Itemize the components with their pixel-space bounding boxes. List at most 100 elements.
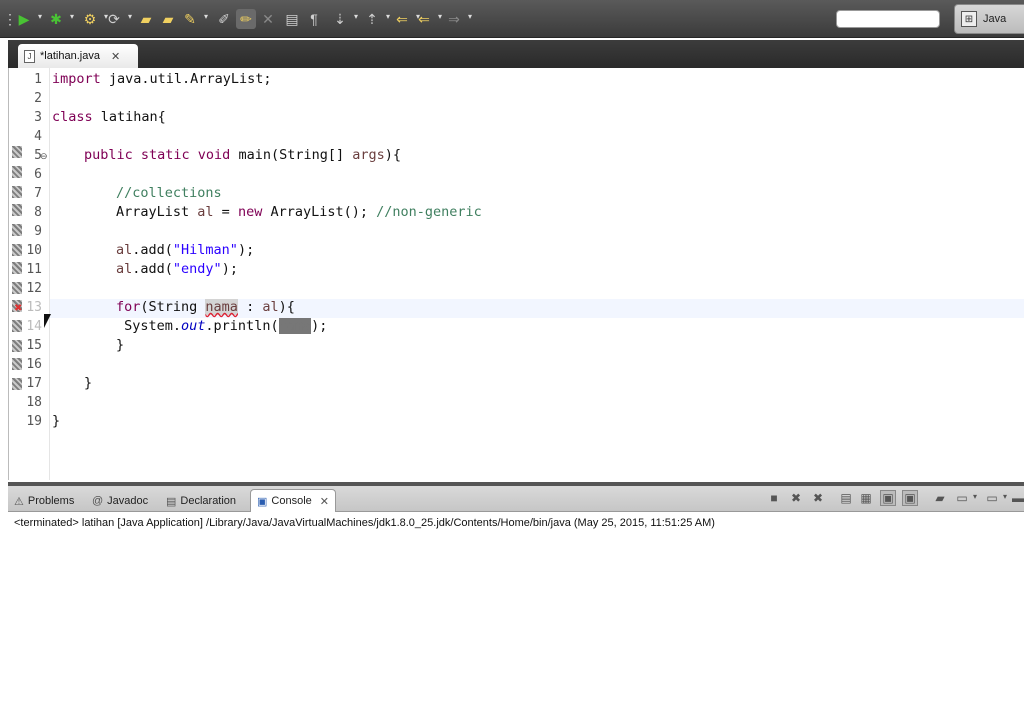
show-whitespace-icon[interactable]: ▤: [282, 9, 302, 29]
keyword: public static void: [84, 147, 231, 163]
pin-console-icon[interactable]: ▰: [932, 490, 948, 506]
javadoc-icon: @: [92, 495, 104, 507]
main-toolbar: ⋮ ▶ ✱ ⚙ ⟳ ▰ ▰ ✎ ✐ ✏ ✕ ▤ ¶ ⇣ ⇡ ⇐ ⇐ ⇒ ⊞ Ja…: [0, 0, 1024, 38]
mouse-cursor-icon: [44, 314, 55, 328]
line-number: 18: [26, 395, 42, 410]
code-text: );: [237, 242, 255, 258]
open-folder-icon[interactable]: ▰: [136, 9, 156, 29]
new-java-project-icon[interactable]: ⚙: [80, 9, 108, 29]
forward-icon[interactable]: ⇒: [444, 9, 472, 29]
debug-icon[interactable]: ✱: [46, 9, 74, 29]
block-selection-icon[interactable]: ✕: [258, 9, 278, 29]
line-number: 5: [34, 148, 42, 163]
tab-console[interactable]: ▣ Console ✕: [250, 489, 336, 512]
occurrence-marker: [12, 244, 22, 256]
code-line-17[interactable]: }: [84, 375, 92, 391]
last-edit-icon[interactable]: ⇐: [414, 9, 442, 29]
scroll-lock-icon[interactable]: ▦: [858, 490, 874, 506]
clear-console-icon[interactable]: ▤: [838, 490, 854, 506]
back-icon[interactable]: ⇐: [392, 9, 420, 29]
line-number: 3: [34, 110, 42, 125]
occurrence-marker: [12, 378, 22, 390]
selected-variable: nama: [278, 318, 312, 334]
perspective-switcher[interactable]: ⊞ Java: [954, 4, 1024, 34]
line-number: 16: [26, 357, 42, 372]
paragraph-icon[interactable]: ¶: [304, 9, 324, 29]
highlight-icon[interactable]: ✏: [236, 9, 256, 29]
remove-all-terminated-icon[interactable]: ✖: [810, 490, 826, 506]
code-line-19[interactable]: }: [52, 413, 60, 429]
save-icon[interactable]: ▰: [158, 9, 178, 29]
display-console-icon[interactable]: ▭: [954, 490, 977, 506]
editor-tab-title: *latihan.java: [40, 50, 100, 62]
code-line-10[interactable]: al.add("Hilman");: [116, 242, 254, 258]
line-number: 6: [34, 167, 42, 182]
next-annotation-icon[interactable]: ⇣: [330, 9, 358, 29]
code-text: =: [213, 204, 238, 220]
fold-collapse-icon[interactable]: ⊖: [40, 151, 48, 162]
variable-name: al: [197, 204, 214, 220]
quick-access-input[interactable]: [836, 10, 940, 28]
type-name: ArrayList: [116, 204, 198, 220]
variable-name: al: [116, 242, 133, 258]
terminate-icon[interactable]: ■: [766, 490, 782, 506]
code-text: java.util.ArrayList;: [100, 71, 272, 87]
code-line-5[interactable]: public static void main(String[] args){: [84, 147, 401, 163]
field-name: out: [181, 318, 206, 334]
code-text: );: [221, 261, 238, 277]
code-line-11[interactable]: al.add("endy");: [116, 261, 238, 277]
console-output[interactable]: [8, 512, 1024, 716]
tab-problems-label: Problems: [27, 495, 75, 507]
code-line-3[interactable]: class latihan{: [52, 109, 166, 125]
code-text: :: [237, 299, 263, 315]
keyword: class: [52, 109, 93, 125]
code-text: ){: [384, 147, 402, 163]
code-line-7[interactable]: //collections: [116, 185, 222, 201]
code-line-14[interactable]: System.out.println(nama);: [116, 318, 327, 334]
search-icon[interactable]: ✎: [180, 9, 208, 29]
perspective-java-label[interactable]: Java: [983, 13, 1006, 25]
code-text: main(String[]: [230, 147, 353, 163]
editor-tab-latihan[interactable]: J *latihan.java ✕: [18, 44, 138, 68]
code-line-8[interactable]: ArrayList al = new ArrayList(); //non-ge…: [116, 204, 482, 220]
code-text: .add(: [132, 261, 173, 277]
previous-annotation-icon[interactable]: ⇡: [362, 9, 390, 29]
line-number: 19: [26, 414, 42, 429]
code-line-15[interactable]: }: [116, 337, 124, 353]
occurrence-marker: [12, 186, 22, 198]
declaration-icon: ▤: [166, 495, 177, 508]
line-number: 14: [26, 319, 42, 334]
line-number: 9: [34, 224, 42, 239]
code-text: System.: [116, 318, 182, 334]
minimize-view-icon[interactable]: ▬: [1010, 490, 1024, 506]
tab-problems[interactable]: ⚠ Problems: [14, 492, 74, 510]
code-line-1[interactable]: import java.util.ArrayList;: [52, 71, 271, 87]
string-literal: "Hilman": [172, 242, 238, 258]
toggle-mark-occurrences-icon[interactable]: ✐: [214, 9, 234, 29]
error-icon[interactable]: ✖: [14, 303, 22, 314]
console-icon: ▣: [257, 495, 268, 508]
tab-declaration[interactable]: ▤ Declaration: [166, 492, 236, 510]
problems-icon: ⚠: [14, 495, 24, 508]
show-stdout-icon[interactable]: ▣: [880, 490, 896, 506]
new-package-icon[interactable]: ⟳: [104, 9, 132, 29]
open-perspective-icon[interactable]: ⊞: [961, 11, 977, 27]
open-console-icon[interactable]: ▭: [984, 490, 1007, 506]
code-line-13[interactable]: for(String nama : al){: [116, 299, 295, 315]
show-stderr-icon[interactable]: ▣: [902, 490, 918, 506]
close-tab-icon[interactable]: ✕: [111, 50, 120, 63]
close-console-icon[interactable]: ✕: [320, 495, 329, 508]
tab-javadoc[interactable]: @ Javadoc: [92, 492, 148, 510]
code-text: (String: [140, 299, 206, 315]
occurrence-marker: [12, 358, 22, 370]
run-icon[interactable]: ▶: [14, 9, 42, 29]
occurrence-marker: [12, 320, 22, 332]
occurrence-marker: [12, 166, 22, 178]
line-number: 2: [34, 91, 42, 106]
tab-console-label: Console: [271, 495, 312, 507]
code-text: ArrayList();: [262, 204, 377, 220]
line-number: 13: [26, 300, 42, 315]
keyword: new: [237, 204, 263, 220]
remove-launch-icon[interactable]: ✖: [788, 490, 804, 506]
code-text: ){: [278, 299, 295, 315]
